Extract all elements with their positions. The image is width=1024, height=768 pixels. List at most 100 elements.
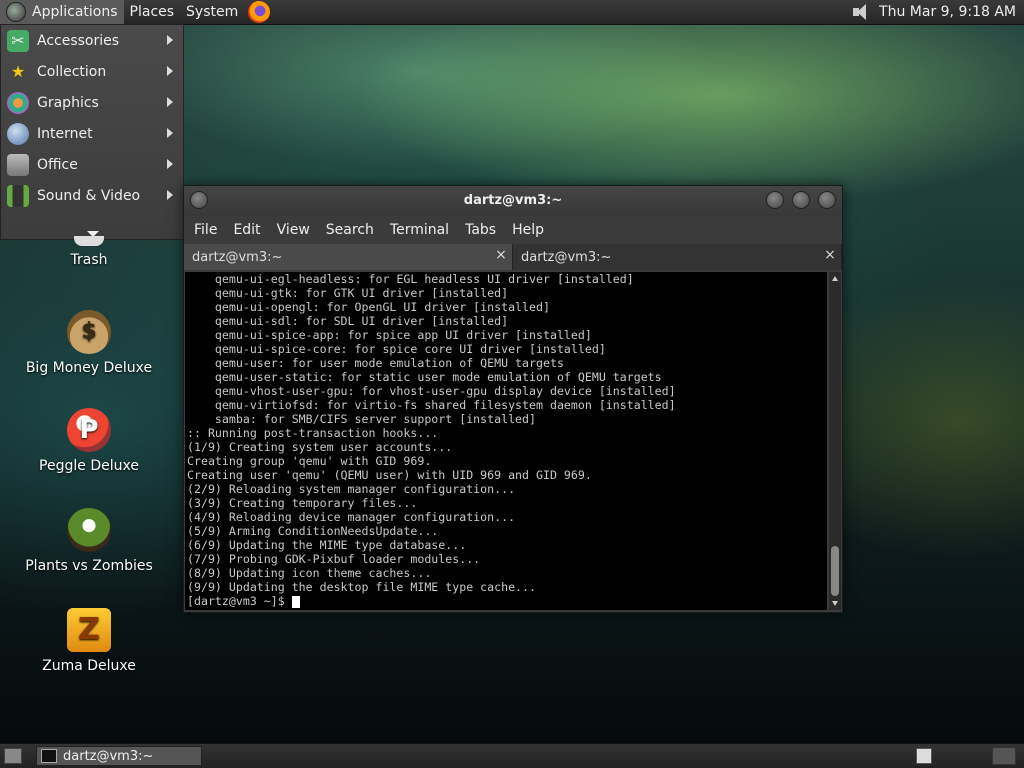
- submenu-arrow-icon: [167, 35, 173, 45]
- places-label: Places: [129, 4, 175, 20]
- terminal-line: (6/9) Updating the MIME type database...: [187, 538, 467, 552]
- tab-label: dartz@vm3:~: [192, 249, 283, 265]
- desktop-icon-label: Plants vs Zombies: [25, 558, 153, 574]
- terminal-line: Creating user 'qemu' (QEMU user) with UI…: [187, 468, 592, 482]
- scroll-down-icon[interactable]: [832, 601, 838, 606]
- scroll-thumb[interactable]: [831, 546, 839, 596]
- terminal-line: qemu-ui-spice-app: for spice app UI driv…: [187, 328, 592, 342]
- minimize-icon[interactable]: [766, 191, 784, 209]
- submenu-arrow-icon: [167, 159, 173, 169]
- close-tab-icon[interactable]: ×: [494, 248, 508, 262]
- film-icon: [7, 184, 29, 207]
- terminal-tabbar: dartz@vm3:~ × dartz@vm3:~ ×: [184, 244, 842, 270]
- submenu-arrow-icon: [167, 97, 173, 107]
- tools-icon: ✂: [7, 29, 29, 52]
- terminal-line: :: Running post-transaction hooks...: [187, 426, 439, 440]
- applications-menu[interactable]: Applications: [0, 0, 124, 24]
- terminal-line: qemu-ui-spice-core: for spice core UI dr…: [187, 342, 606, 356]
- desktop-icon-zuma[interactable]: Z Zuma Deluxe: [14, 608, 164, 674]
- menu-item-label: Graphics: [37, 94, 99, 111]
- flower-pot-icon: [67, 508, 111, 552]
- terminal-line: (2/9) Reloading system manager configura…: [187, 482, 516, 496]
- submenu-arrow-icon: [167, 66, 173, 76]
- menu-item-label: Sound & Video: [37, 187, 141, 204]
- terminal-line: (3/9) Creating temporary files...: [187, 496, 418, 510]
- terminal-prompt-line[interactable]: [dartz@vm3 ~]$: [185, 594, 827, 608]
- menu-item-accessories[interactable]: ✂ Accessories: [1, 25, 183, 56]
- menu-item-graphics[interactable]: Graphics: [1, 87, 183, 118]
- desktop-icon-trash[interactable]: Trash: [14, 236, 164, 268]
- scroll-up-icon[interactable]: [832, 276, 838, 281]
- globe-icon: [7, 122, 29, 145]
- applications-label: Applications: [32, 4, 118, 20]
- menu-item-collection[interactable]: ★ Collection: [1, 56, 183, 87]
- desktop-icon-big-money[interactable]: $ Big Money Deluxe: [14, 310, 164, 376]
- terminal-line: qemu-user-static: for static user mode e…: [187, 370, 662, 384]
- maximize-icon[interactable]: [792, 191, 810, 209]
- terminal-line: qemu-user: for user mode emulation of QE…: [187, 356, 564, 370]
- terminal-line: (9/9) Updating the desktop file MIME typ…: [187, 580, 537, 594]
- menu-help[interactable]: Help: [504, 222, 552, 238]
- menu-item-office[interactable]: Office: [1, 149, 183, 180]
- terminal-line: qemu-ui-opengl: for OpenGL UI driver [in…: [187, 300, 550, 314]
- firefox-launcher-icon[interactable]: [248, 1, 271, 23]
- close-tab-icon[interactable]: ×: [823, 248, 837, 262]
- terminal-icon: [41, 749, 57, 763]
- menu-terminal[interactable]: Terminal: [382, 222, 457, 238]
- terminal-line: (5/9) Arming ConditionNeedsUpdate...: [187, 524, 439, 538]
- distro-logo-icon: [6, 2, 26, 22]
- terminal-tab-1[interactable]: dartz@vm3:~ ×: [184, 244, 513, 270]
- trash-icon: [74, 236, 104, 246]
- places-menu[interactable]: Places: [124, 0, 181, 24]
- menu-item-label: Internet: [37, 125, 93, 142]
- menu-item-sound-video[interactable]: Sound & Video: [1, 180, 183, 211]
- menu-view[interactable]: View: [269, 222, 318, 238]
- zuma-logo-icon: Z: [67, 608, 111, 652]
- terminal-line: (4/9) Reloading device manager configura…: [187, 510, 516, 524]
- show-desktop-icon[interactable]: [4, 748, 22, 764]
- desktop-icon-label: Zuma Deluxe: [42, 658, 136, 674]
- terminal-line: qemu-ui-gtk: for GTK UI driver [installe…: [187, 286, 509, 300]
- menu-search[interactable]: Search: [318, 222, 382, 238]
- terminal-window[interactable]: dartz@vm3:~ File Edit View Search Termin…: [183, 185, 843, 613]
- terminal-line: samba: for SMB/CIFS server support [inst…: [187, 412, 537, 426]
- desktop-icon-label: Trash: [70, 252, 108, 268]
- close-window-icon[interactable]: [818, 191, 836, 209]
- menu-item-internet[interactable]: Internet: [1, 118, 183, 149]
- terminal-line: qemu-vhost-user-gpu: for vhost-user-gpu …: [187, 384, 676, 398]
- menu-item-label: Accessories: [37, 32, 120, 49]
- workspace-switcher[interactable]: [916, 748, 932, 764]
- menu-item-label: Collection: [37, 63, 107, 80]
- task-label: dartz@vm3:~: [63, 748, 154, 764]
- taskbar-terminal-button[interactable]: dartz@vm3:~: [36, 746, 202, 766]
- menu-file[interactable]: File: [186, 222, 225, 238]
- menu-edit[interactable]: Edit: [225, 222, 268, 238]
- terminal-line: qemu-ui-sdl: for SDL UI driver [installe…: [187, 314, 509, 328]
- top-panel: Applications Places System Thu Mar 9, 9:…: [0, 0, 1024, 25]
- trash-applet-icon[interactable]: [992, 747, 1016, 765]
- system-label: System: [186, 4, 239, 20]
- terminal-line: qemu-ui-egl-headless: for EGL headless U…: [187, 272, 634, 286]
- system-menu[interactable]: System: [180, 0, 244, 24]
- menu-item-label: Office: [37, 156, 78, 173]
- terminal-line: (8/9) Updating icon theme caches...: [187, 566, 432, 580]
- window-titlebar[interactable]: dartz@vm3:~: [184, 186, 842, 216]
- desktop-icon-peggle[interactable]: P Peggle Deluxe: [14, 408, 164, 474]
- terminal-menubar: File Edit View Search Terminal Tabs Help: [184, 216, 842, 244]
- terminal-tab-2[interactable]: dartz@vm3:~ ×: [513, 244, 842, 270]
- palette-icon: [7, 91, 29, 114]
- volume-icon[interactable]: [851, 3, 871, 21]
- desktop-icon-label: Peggle Deluxe: [39, 458, 139, 474]
- star-icon: ★: [10, 62, 26, 81]
- terminal-prompt: [dartz@vm3 ~]$: [187, 594, 292, 608]
- terminal-output[interactable]: qemu-ui-egl-headless: for EGL headless U…: [185, 272, 827, 610]
- menu-tabs[interactable]: Tabs: [457, 222, 504, 238]
- panel-right-area: Thu Mar 9, 9:18 AM: [851, 3, 1024, 21]
- terminal-scrollbar[interactable]: [829, 272, 841, 610]
- terminal-line: (1/9) Creating system user accounts...: [187, 440, 453, 454]
- submenu-arrow-icon: [167, 128, 173, 138]
- clock[interactable]: Thu Mar 9, 9:18 AM: [879, 4, 1016, 20]
- submenu-arrow-icon: [167, 190, 173, 200]
- money-bag-icon: $: [67, 310, 111, 354]
- desktop-icon-plants-vs-zombies[interactable]: Plants vs Zombies: [14, 508, 164, 574]
